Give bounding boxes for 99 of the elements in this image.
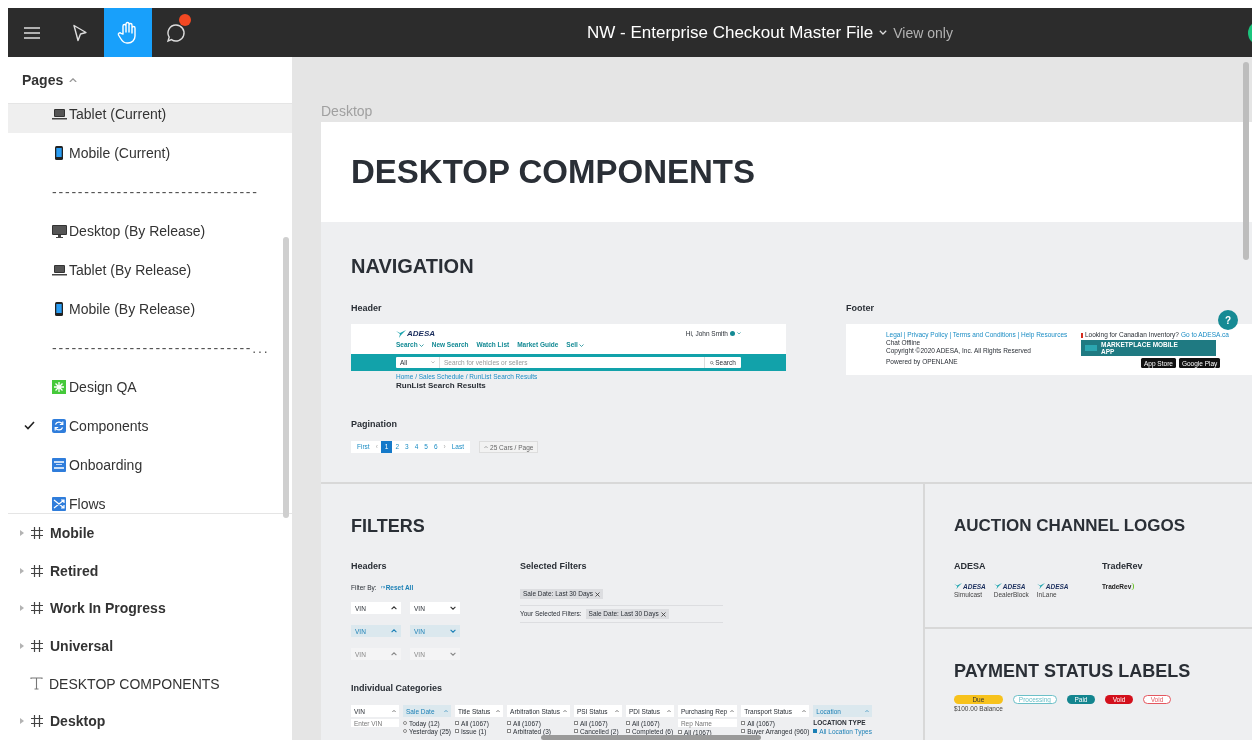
group-label: ADESA (954, 560, 987, 572)
brand-name: ADESA (407, 329, 435, 338)
layer-row[interactable]: Retired (8, 551, 292, 590)
caret-icon (614, 709, 619, 713)
checkbox[interactable] (625, 721, 630, 725)
caret-icon (802, 709, 807, 713)
frame-icon (30, 714, 44, 729)
checkbox[interactable] (741, 729, 746, 733)
section-title: PAYMENT STATUS LABELS (954, 660, 1192, 683)
checkbox[interactable] (573, 721, 578, 725)
caret-icon (578, 343, 584, 347)
text-layer-icon (30, 677, 43, 690)
checkbox[interactable] (573, 729, 578, 733)
section-title: AUCTION CHANNEL LOGOS (954, 515, 1187, 537)
layer-row[interactable]: Universal (8, 627, 292, 665)
bird-icon (993, 582, 1002, 590)
shuffle-icon (52, 496, 67, 511)
page-item[interactable]: Onboarding (8, 445, 292, 484)
caret-icon (496, 709, 501, 713)
page-heading: RunList Search Results (396, 381, 487, 391)
caret-icon[interactable] (19, 642, 25, 649)
caret-icon (484, 445, 489, 449)
checkbox[interactable] (741, 721, 746, 725)
separator-line: -------------------------------... (52, 339, 270, 356)
caret-icon (431, 361, 435, 364)
pointer-icon (72, 23, 88, 42)
cycle-arrows-icon (52, 418, 67, 433)
caret-icon (418, 343, 424, 347)
page-item[interactable]: Design QA (8, 367, 292, 406)
caret-icon (864, 709, 869, 713)
separator-line: -------------------------------- (52, 183, 259, 200)
monitor-icon (52, 223, 67, 238)
checkbox[interactable] (455, 721, 460, 725)
layer-row[interactable]: Work In Progress (8, 589, 292, 627)
layer-row[interactable]: DESKTOP COMPONENTS (8, 664, 292, 703)
frame-icon (30, 601, 44, 616)
checkbox[interactable] (813, 729, 818, 733)
checkbox[interactable] (455, 729, 460, 733)
bird-icon (954, 582, 962, 590)
component-label: Pagination (351, 418, 398, 430)
laptop-icon (52, 262, 67, 277)
hand-icon (117, 20, 139, 45)
page-item[interactable]: Mobile (Current) (8, 133, 292, 172)
search-icon (710, 360, 715, 365)
group-label: TradeRev (1102, 560, 1144, 572)
asterisk-icon (52, 379, 67, 394)
component-label: Selected Filters (520, 560, 588, 572)
caret-up-icon (69, 77, 78, 83)
caret-icon (562, 709, 567, 713)
caret-icon (392, 709, 396, 713)
caret-icon[interactable] (19, 718, 25, 725)
file-title[interactable]: NW - Enterprise Checkout Master File (587, 22, 874, 43)
caret-icon (730, 709, 735, 713)
page-item[interactable]: Flows (8, 484, 292, 513)
component-label: Individual Categories (351, 682, 444, 694)
checkbox[interactable] (507, 721, 512, 725)
checkbox[interactable] (507, 729, 512, 733)
menu-icon (23, 25, 41, 40)
scrollbar[interactable] (541, 735, 761, 740)
page-item[interactable]: Mobile (By Release) (8, 289, 292, 328)
caret-icon (737, 332, 741, 335)
caret-icon (666, 709, 671, 713)
page-item[interactable]: Tablet (By Release) (8, 250, 292, 289)
help-button[interactable]: ? (1218, 310, 1238, 330)
checkbox[interactable] (625, 729, 630, 733)
caret-icon (444, 709, 449, 713)
section-title: NAVIGATION (351, 254, 475, 279)
component-label: Headers (351, 560, 388, 572)
radio-button[interactable] (403, 729, 407, 733)
caret-icon[interactable] (19, 567, 25, 574)
close-icon[interactable] (595, 591, 601, 597)
caret-icon[interactable] (19, 529, 25, 536)
frame-icon (30, 563, 44, 578)
scrollbar[interactable] (1243, 62, 1249, 260)
chevron-down-icon (879, 30, 888, 35)
component-label: Header (351, 302, 383, 314)
section-title: FILTERS (351, 515, 426, 538)
layer-row[interactable]: Mobile (8, 514, 292, 552)
checkbox[interactable] (677, 730, 682, 734)
caret-icon[interactable] (19, 605, 25, 612)
speech-bubble-icon (165, 21, 187, 44)
scrollbar[interactable] (283, 237, 289, 518)
bird-icon (1036, 582, 1045, 590)
layer-row[interactable]: Desktop (8, 702, 292, 740)
bird-icon (396, 330, 406, 338)
frame-icon (30, 638, 44, 653)
radio-button[interactable] (403, 721, 407, 725)
laptop-icon (52, 106, 67, 121)
user-icon (730, 331, 735, 336)
frame-label: Desktop (321, 103, 374, 119)
page-item[interactable]: Tablet (Current) (8, 104, 292, 133)
page-item[interactable]: Components (8, 406, 292, 445)
component-label: Footer (846, 302, 875, 314)
panel-title: Pages (22, 72, 64, 88)
frame-icon (30, 525, 44, 540)
page-title: DESKTOP COMPONENTS (351, 153, 755, 191)
close-icon[interactable] (660, 611, 666, 617)
access-label: View only (893, 24, 953, 41)
page-item[interactable]: Desktop (By Release) (8, 211, 292, 250)
